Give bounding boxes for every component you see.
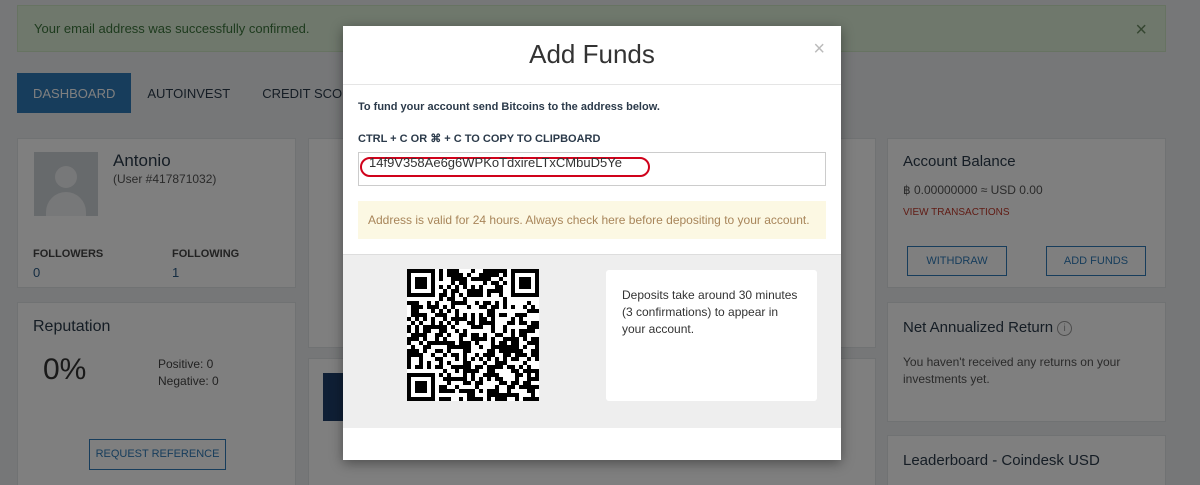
bitcoin-address-field[interactable]: 14f9V358Ae6g6WPKoTdxireLTxCMbuD5Ye	[358, 152, 826, 186]
qr-code-icon	[407, 269, 539, 401]
deposit-info-box: Deposits take around 30 minutes (3 confi…	[606, 270, 817, 401]
copy-hint-label: CTRL + C OR ⌘ + C TO COPY TO CLIPBOARD	[358, 133, 601, 145]
address-validity-warning: Address is valid for 24 hours. Always ch…	[358, 201, 826, 239]
fund-instruction: To fund your account send Bitcoins to th…	[358, 101, 660, 113]
modal-qr-section: Deposits take around 30 minutes (3 confi…	[343, 254, 841, 428]
close-icon[interactable]: ×	[813, 38, 825, 61]
modal-header: Add Funds ×	[343, 26, 841, 85]
modal-title: Add Funds	[529, 39, 655, 69]
add-funds-modal: Add Funds × To fund your account send Bi…	[343, 26, 841, 460]
bitcoin-address-text[interactable]: 14f9V358Ae6g6WPKoTdxireLTxCMbuD5Ye	[369, 155, 622, 170]
